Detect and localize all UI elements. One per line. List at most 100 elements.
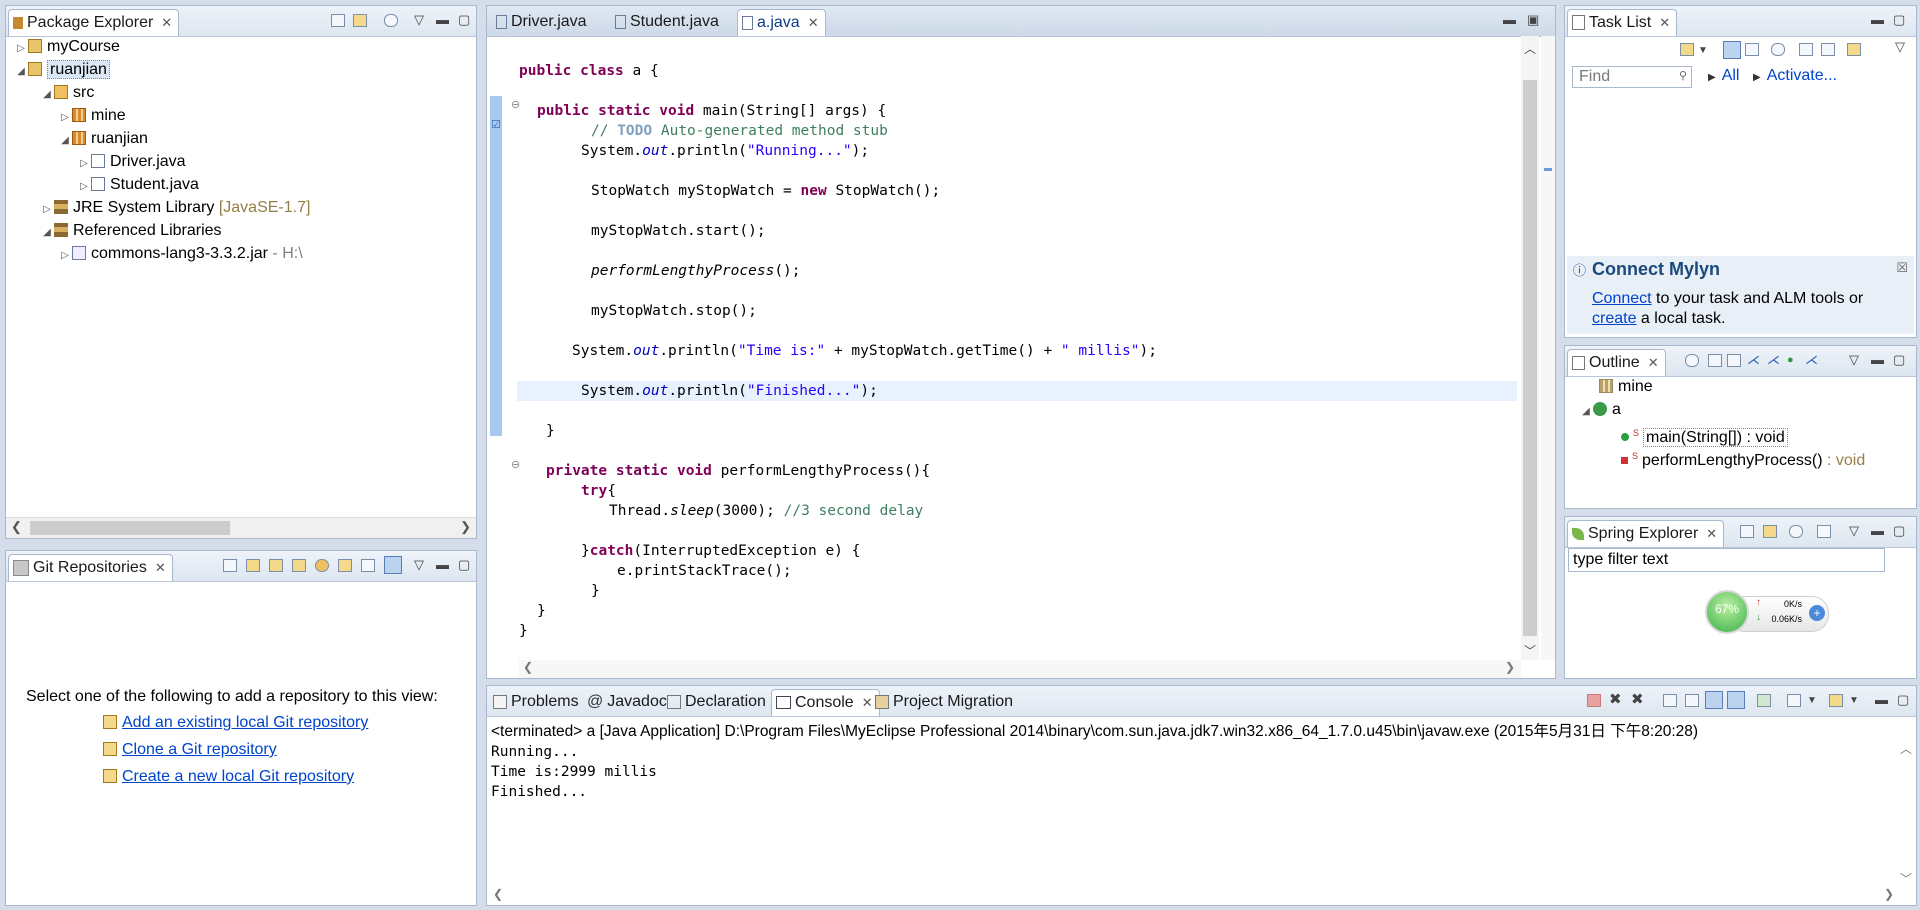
maximize-icon[interactable]: ▢ [458, 557, 470, 573]
dropdown-arrow-icon[interactable]: ▼ [1849, 695, 1859, 706]
scroll-right-icon[interactable]: ❯ [460, 519, 471, 535]
synchronize-icon[interactable] [1847, 43, 1861, 56]
add-existing-repo-link[interactable]: Add an existing local Git repository [103, 714, 368, 732]
collapse-icon[interactable]: ◢ [1579, 401, 1593, 423]
view-menu-icon[interactable]: ▽ [414, 557, 424, 573]
dropdown-arrow-icon[interactable]: ▼ [1698, 45, 1708, 56]
pin-console-icon[interactable] [1757, 694, 1771, 707]
tree-item-mine[interactable]: ▷ mine [58, 105, 126, 127]
minimize-icon[interactable]: ▬ [436, 557, 449, 572]
horizontal-scrollbar[interactable]: ❮ ❯ [519, 660, 1521, 678]
focus-icon[interactable] [1771, 43, 1785, 56]
collapse-icon[interactable]: ◢ [40, 84, 54, 106]
vertical-scrollbar[interactable]: ︿ ﹀ [1898, 740, 1914, 887]
tree-item-driver-java[interactable]: ▷ Driver.java [77, 151, 185, 175]
scrollbar-thumb[interactable] [30, 521, 230, 535]
refresh-icon[interactable] [315, 559, 329, 572]
tree-item-referenced-libraries[interactable]: ◢ Referenced Libraries [40, 220, 221, 244]
add-repository-icon[interactable] [246, 559, 260, 572]
collapse-all-icon[interactable] [223, 559, 237, 572]
tree-item-ruanjian-project[interactable]: ◢ ruanjian [14, 59, 110, 81]
filter-icon[interactable] [384, 14, 398, 27]
scroll-left-icon[interactable]: ❮ [493, 887, 503, 901]
scroll-down-icon[interactable]: ﹀ [1900, 870, 1912, 887]
remove-all-icon[interactable]: ✖ [1631, 690, 1644, 708]
hide-nonpublic-icon[interactable]: ● [1787, 354, 1794, 366]
tree-item-ruanjian-package[interactable]: ◢ ruanjian [58, 128, 148, 150]
connect-link[interactable]: Connect [1592, 290, 1652, 307]
filter-all-link[interactable]: ▶ All [1708, 67, 1739, 85]
expand-icon[interactable]: ▷ [14, 38, 28, 60]
scroll-lock-icon[interactable] [1685, 694, 1699, 707]
horizontal-scrollbar[interactable]: ❮ ❯ [487, 887, 1916, 905]
remove-launch-icon[interactable]: ✖ [1609, 690, 1622, 708]
scrollbar-thumb[interactable] [1523, 80, 1537, 636]
focus-icon[interactable] [1685, 354, 1699, 367]
close-icon[interactable]: ☒ [1896, 260, 1908, 276]
sort-icon[interactable] [1817, 525, 1831, 538]
minimize-icon[interactable]: ▬ [1871, 352, 1884, 367]
tab-console[interactable]: Console ✕ [771, 689, 880, 716]
minimize-icon[interactable]: ▬ [1871, 12, 1884, 27]
maximize-icon[interactable]: ▢ [1893, 523, 1905, 539]
find-input[interactable]: Find ⚲ [1572, 66, 1692, 88]
expand-icon[interactable]: ▷ [40, 199, 54, 221]
new-task-icon[interactable] [1680, 43, 1694, 56]
tab-git-repositories[interactable]: Git Repositories ✕ [8, 554, 173, 581]
open-console-icon[interactable] [1829, 694, 1843, 707]
display-console-icon[interactable] [1787, 694, 1801, 707]
link-selection-icon[interactable] [338, 559, 352, 572]
vertical-scrollbar[interactable]: ︿ ﹀ [1521, 36, 1539, 660]
scroll-left-icon[interactable]: ❮ [11, 519, 22, 535]
collapse-icon[interactable]: ◢ [40, 222, 54, 244]
tab-problems[interactable]: Problems [489, 689, 585, 715]
hide-fields-icon[interactable]: ⋌ [1747, 352, 1760, 368]
scroll-up-icon[interactable]: ︿ [1900, 740, 1912, 757]
minimize-icon[interactable]: ▬ [1503, 12, 1516, 27]
outline-item-main[interactable]: Smain(String[]) : void [1621, 422, 1788, 447]
collapse-all-icon[interactable] [1821, 43, 1835, 56]
tab-student-java[interactable]: Student.java [611, 9, 725, 35]
show-stdout-icon[interactable] [1705, 691, 1723, 709]
network-speed-widget[interactable]: 67% ↑ 0K/s ↓ 0.06K/s + [1705, 590, 1830, 636]
console-output[interactable]: Running... Time is:2999 millis Finished.… [491, 742, 1891, 802]
expand-icon[interactable]: ▷ [77, 153, 91, 175]
terminate-icon[interactable] [1587, 694, 1601, 707]
clear-console-icon[interactable] [1663, 694, 1677, 707]
tab-driver-java[interactable]: Driver.java [492, 9, 593, 35]
tree-item-mycourse[interactable]: ▷ myCourse [14, 36, 120, 58]
close-icon[interactable]: ✕ [1648, 355, 1659, 370]
clone-repository-icon[interactable] [269, 559, 283, 572]
view-menu-icon[interactable]: ▽ [1895, 39, 1905, 55]
collapse-icon[interactable]: ◢ [14, 61, 28, 83]
link-editor-icon[interactable] [353, 14, 367, 27]
search-icon[interactable]: ⚲ [1679, 69, 1687, 82]
tab-task-list[interactable]: Task List ✕ [1567, 9, 1678, 36]
expand-icon[interactable]: ▷ [58, 107, 72, 129]
close-icon[interactable]: ✕ [1706, 526, 1717, 541]
outline-item-perform-lengthy-process[interactable]: SperformLengthyProcess() : void [1621, 445, 1865, 469]
view-menu-icon[interactable]: ▽ [1849, 352, 1859, 368]
tab-project-migration[interactable]: Project Migration [871, 689, 1019, 715]
view-menu-icon[interactable]: ▽ [1849, 523, 1859, 539]
collapse-all-icon[interactable] [1740, 525, 1754, 538]
show-stderr-icon[interactable] [1727, 691, 1745, 709]
horizontal-scrollbar[interactable]: ❮ ❯ [6, 517, 476, 538]
tree-item-src[interactable]: ◢ src [40, 82, 94, 104]
activate-link[interactable]: ▶ Activate... [1753, 67, 1837, 85]
tab-package-explorer[interactable]: Package Explorer ✕ [8, 9, 180, 36]
scroll-down-icon[interactable]: ﹀ [1524, 642, 1536, 659]
toggle-view-icon[interactable] [384, 556, 402, 574]
close-icon[interactable]: ✕ [808, 15, 819, 30]
maximize-icon[interactable]: ▢ [458, 12, 470, 28]
minimize-icon[interactable]: ▬ [1875, 692, 1888, 707]
scroll-left-icon[interactable]: ❮ [523, 660, 533, 674]
create-repository-icon[interactable] [292, 559, 306, 572]
tree-item-commons-lang-jar[interactable]: ▷ commons-lang3-3.3.2.jar - H:\ [58, 243, 303, 265]
outline-item-class-a[interactable]: ◢ a [1579, 399, 1621, 421]
minimize-icon[interactable]: ▬ [436, 12, 449, 27]
view-menu-icon[interactable]: ▽ [414, 12, 424, 28]
maximize-icon[interactable]: ▢ [1897, 692, 1909, 708]
link-editor-icon[interactable] [1763, 525, 1777, 538]
create-repo-link[interactable]: Create a new local Git repository [103, 768, 354, 786]
